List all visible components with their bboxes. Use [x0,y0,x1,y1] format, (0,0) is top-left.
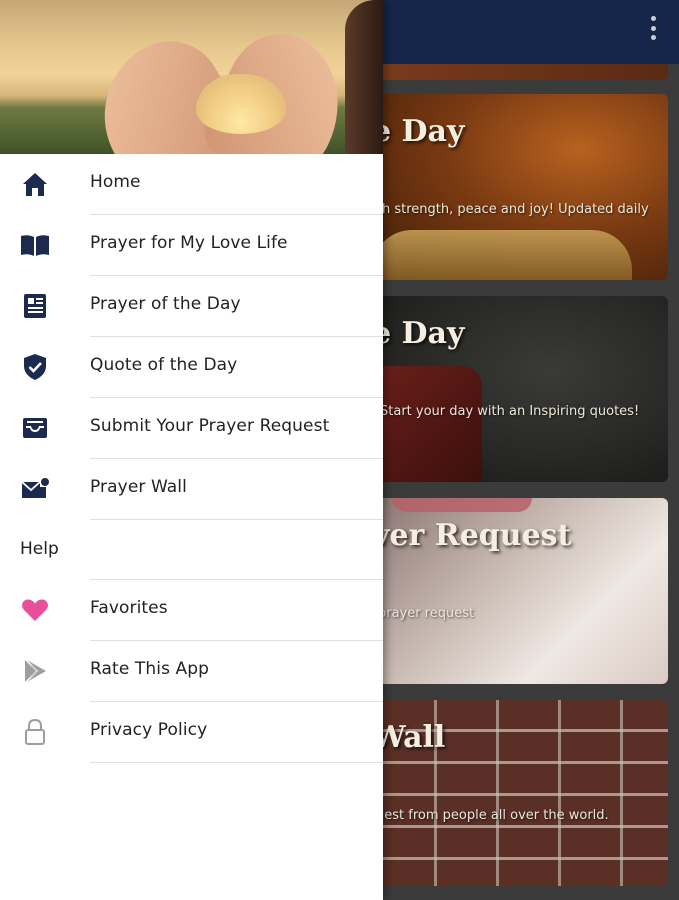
bible-image [372,230,632,280]
drawer-header-image [0,0,383,154]
play-store-icon [20,657,50,685]
newspaper-icon [20,292,50,320]
card-title: e Day [372,114,465,149]
card-title: ver Request [372,518,572,553]
menu-item-label: Rate This App [90,659,210,679]
card-prayer-wall[interactable]: Wall uest from people all over the world… [372,700,668,886]
card-prayer-request[interactable]: ver Request prayer request [372,498,668,684]
heart-icon [20,596,50,624]
card-subtitle: Start your day with an Inspiring quotes! [380,404,640,419]
home-icon [20,170,50,198]
menu-item-prayer-wall[interactable]: Prayer Wall [0,459,383,519]
divider [90,762,383,763]
lock-icon [20,718,50,746]
menu-item-label: Quote of the Day [90,355,238,375]
menu-item-label: Home [90,172,141,192]
menu-item-privacy-policy[interactable]: Privacy Policy [0,702,383,762]
mail-notification-icon [20,475,50,503]
menu-item-label: Prayer of the Day [90,294,241,314]
card-prayer-of-the-day[interactable]: e Day h strength, peace and joy! Updated… [372,94,668,280]
stamp-image [392,498,532,512]
menu-item-label: Prayer Wall [90,477,187,497]
menu-item-submit-prayer-request[interactable]: Submit Your Prayer Request [0,398,383,458]
menu-item-prayer-of-the-day[interactable]: Prayer of the Day [0,276,383,336]
more-vert-icon[interactable] [641,14,665,42]
menu-item-label: Favorites [90,598,168,618]
card-subtitle: h strength, peace and joy! Updated daily [382,202,649,217]
menu-item-label: Prayer for My Love Life [90,233,288,253]
card-subtitle: prayer request [378,606,475,621]
menu-item-home[interactable]: Home [0,154,383,214]
divider [90,519,383,520]
card-partial[interactable] [372,64,668,80]
book-open-icon [20,231,50,259]
inbox-icon [20,414,50,442]
menu-item-quote-of-the-day[interactable]: Quote of the Day [0,337,383,397]
navigation-drawer: Home Prayer for My Love Life Prayer of t… [0,0,383,900]
menu-item-prayer-love-life[interactable]: Prayer for My Love Life [0,215,383,275]
verified-shield-icon [20,353,50,381]
card-title: e Day [372,316,465,351]
card-quote-of-the-day[interactable]: e Day Start your day with an Inspiring q… [372,296,668,482]
book-image [372,366,482,482]
card-subtitle: uest from people all over the world. [376,808,609,823]
menu-item-label: Submit Your Prayer Request [90,416,330,436]
menu-item-label: Privacy Policy [90,720,208,740]
menu-item-rate-this-app[interactable]: Rate This App [0,641,383,701]
menu-item-favorites[interactable]: Favorites [0,580,383,640]
section-label-help: Help [20,539,59,559]
heart-hands [196,74,286,134]
hair [345,0,383,154]
